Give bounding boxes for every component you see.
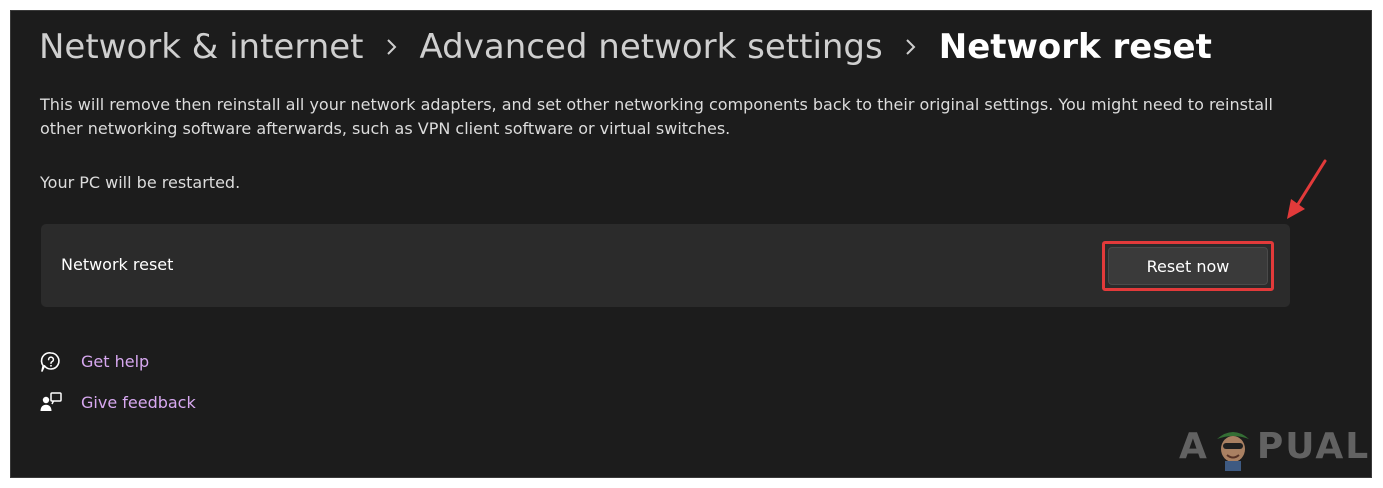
page-title: Network reset [938, 27, 1212, 67]
watermark-prefix: A [1179, 425, 1209, 467]
watermark-suffix: PUALS [1256, 425, 1371, 467]
breadcrumb-advanced-network-settings[interactable]: Advanced network settings [420, 27, 883, 67]
feedback-icon [39, 391, 63, 415]
restart-note: Your PC will be restarted. [40, 173, 241, 192]
annotation-arrow-icon [1287, 159, 1327, 219]
help-chat-icon [39, 350, 63, 374]
give-feedback-link[interactable]: Give feedback [39, 389, 196, 417]
get-help-link[interactable]: Get help [39, 348, 149, 376]
breadcrumb: Network & internet Advanced network sett… [39, 25, 1212, 69]
chevron-right-icon [364, 25, 420, 69]
breadcrumb-network-internet[interactable]: Network & internet [39, 27, 364, 67]
reset-now-button[interactable]: Reset now [1108, 247, 1268, 285]
reset-description: This will remove then reinstall all your… [40, 95, 1273, 138]
mascot-icon [1216, 432, 1249, 471]
chevron-right-icon [883, 25, 939, 69]
highlight-box: Reset now [1102, 241, 1274, 291]
appuals-watermark-logo: A PUALS [1179, 421, 1371, 471]
give-feedback-label: Give feedback [81, 393, 196, 412]
get-help-label: Get help [81, 352, 150, 371]
network-reset-card: Network reset Reset now [41, 224, 1290, 307]
settings-window: Network & internet Advanced network sett… [10, 10, 1372, 478]
network-reset-label: Network reset [61, 255, 174, 274]
